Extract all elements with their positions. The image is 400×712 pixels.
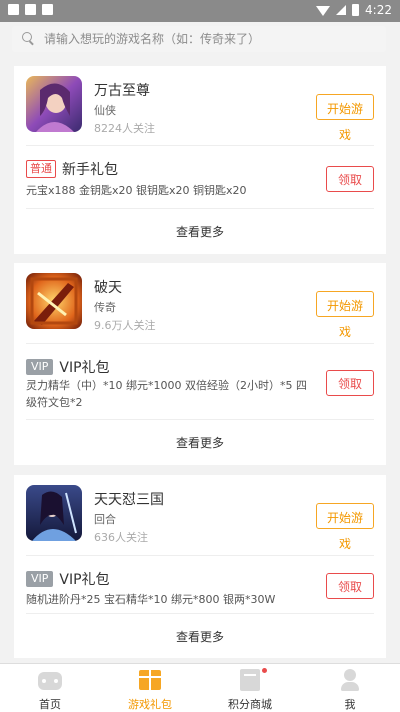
game-avatar-icon[interactable] (26, 273, 82, 329)
divider (26, 419, 374, 420)
tab-label: 游戏礼包 (128, 698, 172, 711)
notification-icons (8, 4, 53, 15)
gift-badge: VIP (26, 571, 54, 587)
divider (26, 145, 374, 146)
game-type: 传奇 (94, 301, 116, 314)
gift-icon (139, 670, 161, 690)
gift-name: VIP礼包 (59, 572, 110, 588)
tab-label: 首页 (39, 698, 61, 711)
game-followers: 636人关注 (94, 531, 148, 544)
gift-title: 普通 新手礼包 (26, 159, 118, 179)
gift-name: 新手礼包 (62, 162, 118, 178)
game-row[interactable]: 天天怼三国 回合 636人关注 开始游戏 (14, 475, 386, 551)
divider (26, 613, 374, 614)
game-name: 破天 (94, 280, 122, 296)
divider (26, 208, 374, 209)
gift-badge: VIP (26, 359, 54, 375)
start-game-button[interactable]: 开始游戏 (316, 503, 374, 551)
game-row[interactable]: 破天 传奇 9.6万人关注 开始游戏 (14, 263, 386, 339)
gift-title: VIP VIP礼包 (26, 357, 110, 377)
tab-me[interactable]: 我 (300, 664, 400, 712)
user-icon (341, 669, 359, 691)
signal-icon (336, 5, 347, 15)
tab-label: 积分商城 (228, 698, 272, 711)
game-followers: 9.6万人关注 (94, 319, 156, 332)
tab-game-gifts[interactable]: 游戏礼包 (100, 664, 200, 712)
notification-icon (8, 4, 19, 15)
gift-desc: 随机进阶丹*25 宝石精华*10 绑元*800 银两*30W (26, 593, 276, 606)
gift-badge: 普通 (26, 160, 56, 178)
bottom-tab-bar: 首页 游戏礼包 积分商城 我 (0, 663, 400, 712)
status-bar: 4:22 (0, 0, 400, 22)
view-more-link[interactable]: 查看更多 (14, 434, 386, 451)
start-game-button[interactable]: 开始游戏 (316, 291, 374, 339)
notification-icon (42, 4, 53, 15)
game-card: 万古至尊 仙侠 8224人关注 开始游戏 普通 新手礼包 元宝x188 金钥匙x… (14, 66, 386, 254)
game-avatar-icon[interactable] (26, 485, 82, 541)
gamepad-icon (38, 672, 62, 690)
gift-title: VIP VIP礼包 (26, 569, 110, 589)
start-game-button[interactable]: 开始游戏 (316, 94, 374, 142)
gift-name: VIP礼包 (59, 360, 110, 376)
divider (26, 555, 374, 556)
claim-button[interactable]: 领取 (326, 370, 374, 396)
gift-desc: 灵力精华（中）*10 绑元*1000 双倍经验（2小时）*5 四级符文包*2 (26, 379, 307, 409)
tab-home[interactable]: 首页 (0, 664, 100, 712)
wifi-icon (316, 6, 331, 16)
game-row[interactable]: 万古至尊 仙侠 8224人关注 开始游戏 (14, 66, 386, 142)
search-bar[interactable] (12, 26, 386, 52)
game-name: 万古至尊 (94, 83, 150, 99)
game-avatar-icon[interactable] (26, 76, 82, 132)
search-icon (22, 32, 32, 42)
tab-label: 我 (344, 698, 356, 711)
claim-button[interactable]: 领取 (326, 166, 374, 192)
tab-points-mall[interactable]: 积分商城 (200, 664, 300, 712)
view-more-link[interactable]: 查看更多 (14, 628, 386, 645)
search-input[interactable] (44, 26, 374, 52)
game-name: 天天怼三国 (94, 492, 164, 508)
game-type: 仙侠 (94, 104, 116, 117)
claim-button[interactable]: 领取 (326, 573, 374, 599)
view-more-link[interactable]: 查看更多 (14, 223, 386, 240)
game-card: 天天怼三国 回合 636人关注 开始游戏 VIP VIP礼包 随机进阶丹*25 … (14, 475, 386, 658)
game-type: 回合 (94, 513, 116, 526)
game-followers: 8224人关注 (94, 122, 155, 135)
notification-dot (262, 668, 267, 673)
notification-icon (25, 4, 36, 15)
battery-icon (352, 4, 360, 16)
gift-desc: 元宝x188 金钥匙x20 银钥匙x20 铜钥匙x20 (26, 184, 247, 197)
mall-icon (240, 669, 260, 691)
divider (26, 343, 374, 344)
status-time: 4:22 (365, 3, 392, 17)
game-card: 破天 传奇 9.6万人关注 开始游戏 VIP VIP礼包 灵力精华（中）*10 … (14, 263, 386, 465)
